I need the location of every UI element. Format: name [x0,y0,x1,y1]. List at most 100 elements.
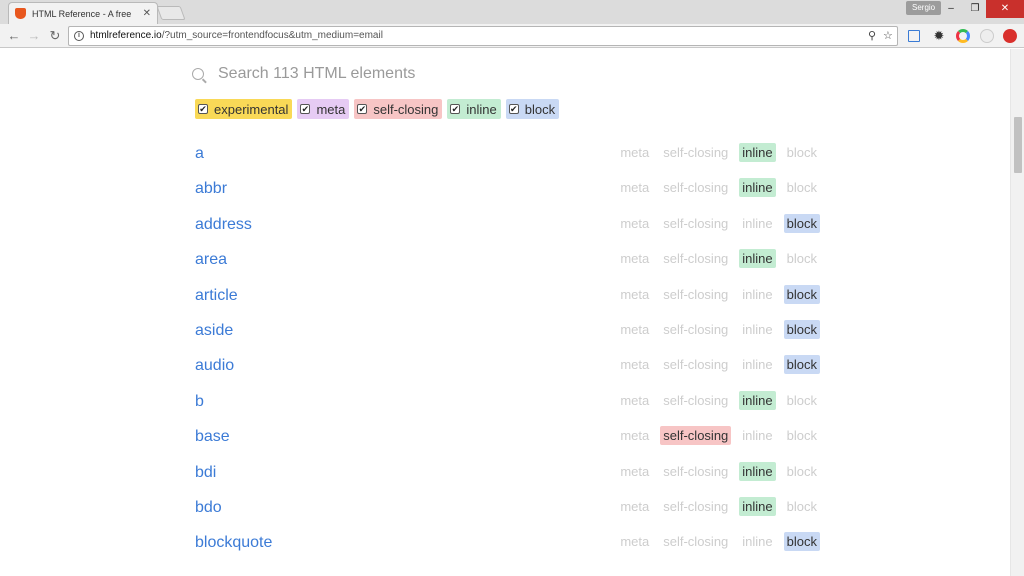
filter-label: experimental [214,101,289,117]
tag-inline: inline [739,178,776,198]
extension-color-icon[interactable] [956,29,970,43]
element-row: address meta self-closing inline block [195,208,820,243]
tag-meta: meta [620,357,650,373]
checkbox-icon[interactable]: ✔ [198,104,208,114]
settings-gear-icon[interactable]: ✹ [932,29,946,43]
back-icon[interactable]: ← [5,27,23,45]
element-link[interactable]: bdo [195,499,222,517]
tag-self-closing: self-closing [663,215,729,231]
tag-self-closing: self-closing [663,321,729,337]
tag-block: block [783,355,820,375]
search-icon [192,68,204,80]
tag-self-closing: self-closing [660,426,732,446]
element-row: aside meta self-closing inline block [195,314,820,349]
element-tags: meta self-closing inline block [617,319,820,339]
tag-block: block [786,498,817,514]
element-link[interactable]: a [195,145,204,163]
address-bar[interactable]: i htmlreference.io/?utm_source=frontendf… [68,26,898,46]
tag-inline: inline [742,428,773,444]
element-tags: meta self-closing inline block [617,249,820,269]
element-link[interactable]: audio [195,357,234,375]
filter-self-closing[interactable]: ✔ self-closing [354,99,443,119]
tag-self-closing: self-closing [663,286,729,302]
tag-inline: inline [742,286,773,302]
extension-download-icon[interactable] [980,29,994,43]
tag-self-closing: self-closing [663,145,729,160]
zoom-icon[interactable]: ⚲ [868,29,876,42]
element-tags: meta self-closing inline block [617,284,820,304]
tag-block: block [783,284,820,304]
tag-self-closing: self-closing [663,463,729,479]
element-link[interactable]: blockquote [195,534,272,552]
search-input[interactable] [218,65,798,83]
tag-meta: meta [620,463,650,479]
element-row: base meta self-closing inline block [195,420,820,455]
page-info-icon[interactable]: i [74,31,84,41]
element-tags: meta self-closing inline block [617,461,820,481]
element-row: audio meta self-closing inline block [195,349,820,384]
element-row: blockquote meta self-closing inline block [195,526,820,561]
minimize-icon[interactable]: – [940,0,962,18]
element-link[interactable]: article [195,287,238,305]
tag-meta: meta [620,180,650,196]
element-row: article meta self-closing inline block [195,279,820,314]
filter-bar: ✔ experimental ✔ meta ✔ self-closing ✔ inline ✔ b… [195,99,560,119]
page-content: ✔ experimental ✔ meta ✔ self-closing ✔ inline ✔ b… [0,49,1010,576]
element-link[interactable]: bdi [195,464,216,482]
element-row: a meta self-closing inline block [195,137,820,172]
filter-label: inline [466,101,497,117]
tag-inline: inline [742,357,773,373]
window-close-icon[interactable]: ✕ [986,0,1024,18]
element-link[interactable]: address [195,216,252,234]
tag-self-closing: self-closing [663,180,729,196]
extension-red-icon[interactable] [1003,29,1017,43]
filter-block[interactable]: ✔ block [505,99,560,119]
tag-self-closing: self-closing [663,534,729,550]
filter-experimental[interactable]: ✔ experimental [195,99,293,119]
tag-meta: meta [620,392,650,408]
tag-inline: inline [739,143,776,162]
bookmark-star-icon[interactable]: ☆ [883,29,893,42]
element-tags: meta self-closing inline block [617,213,820,233]
element-link[interactable]: base [195,428,230,446]
page-scrollbar[interactable] [1010,49,1024,576]
checkbox-icon[interactable]: ✔ [508,104,519,114]
html5-favicon-icon [15,8,26,19]
url-text[interactable]: htmlreference.io/?utm_source=frontendfoc… [90,30,383,41]
filter-inline[interactable]: ✔ inline [447,99,501,119]
element-link[interactable]: abbr [195,180,227,198]
tag-meta: meta [620,428,650,444]
element-tags: meta self-closing inline block [617,532,820,552]
filter-label: self-closing [373,101,439,117]
element-link[interactable]: b [195,393,204,411]
element-link[interactable]: aside [195,322,233,340]
scroll-thumb[interactable] [1014,117,1022,173]
search-bar [192,61,822,87]
filter-meta[interactable]: ✔ meta [297,99,350,119]
checkbox-icon[interactable]: ✔ [450,104,461,114]
tag-meta: meta [620,498,650,514]
new-tab-button[interactable] [156,6,186,20]
tag-block: block [786,251,817,267]
browser-tab[interactable]: HTML Reference - A free ✕ [8,2,158,24]
element-row: b meta self-closing inline block [195,385,820,420]
tag-inline: inline [742,215,773,231]
tag-block: block [786,180,817,196]
tag-block: block [783,213,820,233]
element-tags: meta self-closing inline block [617,496,820,516]
checkbox-icon[interactable]: ✔ [357,104,368,114]
reload-icon[interactable]: ↻ [46,27,64,45]
forward-icon[interactable]: → [25,27,43,45]
element-link[interactable]: area [195,251,227,269]
tag-inline: inline [739,249,776,269]
restore-icon[interactable]: ❐ [964,0,986,18]
browser-titlebar: HTML Reference - A free ✕ Sergio – ❐ ✕ [0,0,1024,24]
checkbox-icon[interactable]: ✔ [300,104,311,114]
close-tab-icon[interactable]: ✕ [143,8,151,19]
extension-screenshot-icon[interactable] [908,30,920,42]
element-tags: meta self-closing inline block [617,390,820,410]
profile-badge[interactable]: Sergio [906,1,942,15]
tag-meta: meta [620,215,650,231]
element-row: area meta self-closing inline block [195,243,820,278]
tag-inline: inline [742,534,773,550]
